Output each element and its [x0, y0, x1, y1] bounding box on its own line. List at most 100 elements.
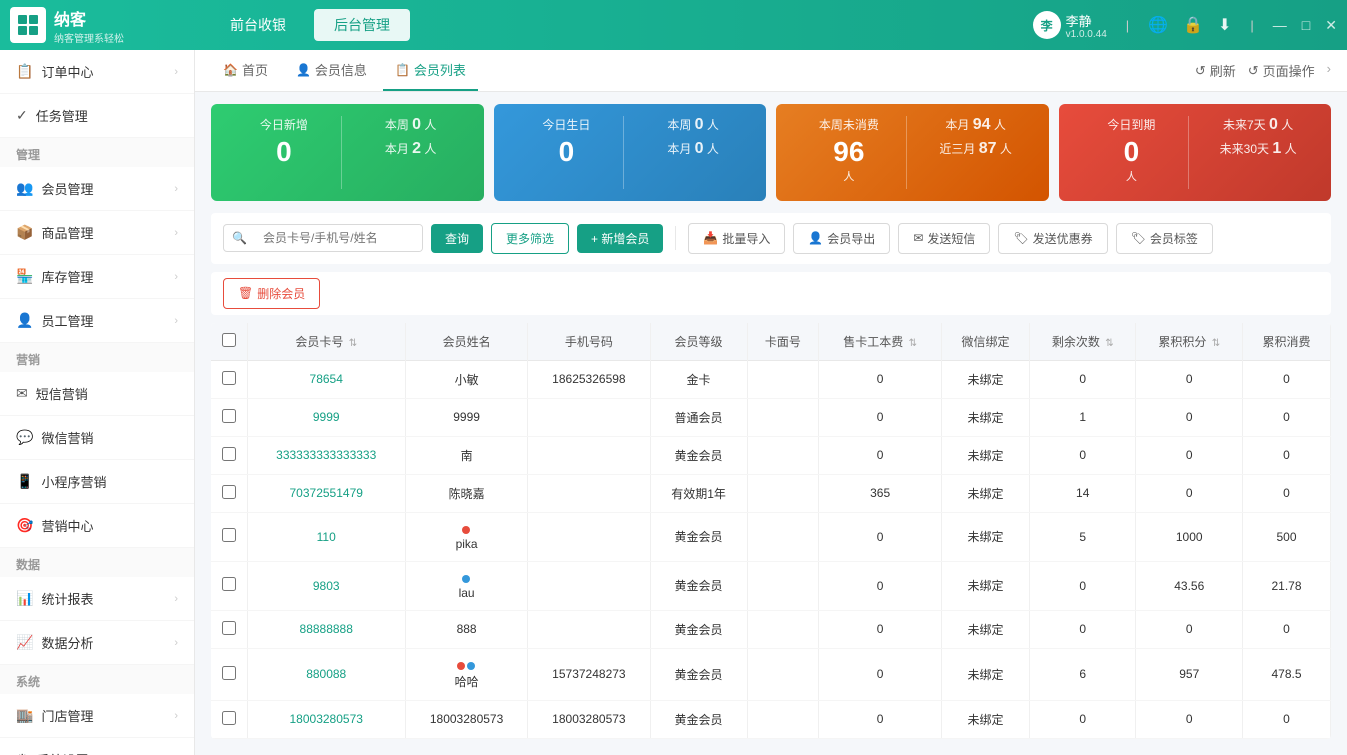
- maximize-btn[interactable]: □: [1302, 17, 1310, 33]
- row-checkbox-2[interactable]: [222, 447, 236, 461]
- row-card-no[interactable]: 9999: [247, 398, 405, 436]
- page-op-label: 页面操作: [1263, 61, 1315, 80]
- row-card-face: [747, 436, 819, 474]
- header-nav: 前台收银 后台管理: [210, 9, 1033, 41]
- search-button[interactable]: 查询: [431, 224, 483, 253]
- member-info-icon: 👤: [296, 63, 311, 77]
- filter-button[interactable]: 更多筛选: [491, 223, 569, 254]
- tab-home[interactable]: 🏠 首页: [211, 50, 280, 91]
- member-mgmt-icon: 👥: [16, 180, 33, 197]
- download-icon[interactable]: ⬇: [1218, 15, 1231, 35]
- row-name: 哈哈: [405, 648, 527, 700]
- sidebar-item-store[interactable]: 🏬 门店管理 ›: [0, 694, 194, 738]
- row-card-no[interactable]: 70372551479: [247, 474, 405, 512]
- app-header: 纳客 纳客管理系轻松 前台收银 后台管理 李 李静 v1.0.0.44 | 🌐 …: [0, 0, 1347, 50]
- add-member-button[interactable]: + 新增会员: [577, 224, 663, 253]
- goods-icon: 📦: [16, 224, 33, 241]
- row-checkbox-8[interactable]: [222, 711, 236, 725]
- sidebar-label-stats: 统计报表: [41, 589, 93, 608]
- th-name: 会员姓名: [405, 323, 527, 361]
- row-card-no[interactable]: 9803: [247, 561, 405, 610]
- row-consume: 0: [1243, 610, 1331, 648]
- sidebar-item-marketing-center[interactable]: 🎯 营销中心: [0, 504, 194, 548]
- sidebar-item-staff-mgmt[interactable]: 👤 员工管理 ›: [0, 299, 194, 343]
- import-button[interactable]: 📥 批量导入: [688, 223, 785, 254]
- coupon-button[interactable]: 🏷 发送优惠券: [998, 223, 1107, 254]
- row-checkbox-3[interactable]: [222, 485, 236, 499]
- row-name: 888: [405, 610, 527, 648]
- delete-member-button[interactable]: 🗑 删除会员: [223, 278, 320, 309]
- tab-member-list[interactable]: 📋 会员列表: [383, 50, 478, 91]
- stat-no-consume-unit: 人: [792, 168, 906, 184]
- sms-label: 发送短信: [927, 230, 975, 247]
- stat-bday-week: 本周 0 人: [636, 116, 750, 134]
- sidebar-item-order-center[interactable]: 📋 订单中心 ›: [0, 50, 194, 94]
- row-card-no[interactable]: 333333333333333: [247, 436, 405, 474]
- table-row: 99999999普通会员0未绑定100: [211, 398, 1331, 436]
- search-input[interactable]: [255, 225, 423, 251]
- sidebar-item-stats[interactable]: 📊 统计报表 ›: [0, 577, 194, 621]
- row-card-no[interactable]: 88888888: [247, 610, 405, 648]
- sidebar-label-order-center: 订单中心: [41, 62, 93, 81]
- stat-new-today: 今日新增 0 人 本周 0 人 本月 2 人: [211, 104, 484, 201]
- coupon-icon: 🏷: [1013, 231, 1028, 245]
- row-card-no[interactable]: 78654: [247, 360, 405, 398]
- row-checkbox-6[interactable]: [222, 621, 236, 635]
- export-button[interactable]: 👤 会员导出: [793, 223, 890, 254]
- sort-points-icon[interactable]: ⇅: [1212, 338, 1220, 349]
- row-wechat: 未绑定: [942, 610, 1030, 648]
- sidebar-item-goods-mgmt[interactable]: 📦 商品管理 ›: [0, 211, 194, 255]
- row-checkbox-1[interactable]: [222, 409, 236, 423]
- row-phone: [528, 398, 650, 436]
- row-checkbox-5[interactable]: [222, 577, 236, 591]
- sidebar-label-analysis: 数据分析: [41, 633, 93, 652]
- stat-no-consume-left: 本周未消费 96 人: [792, 116, 906, 189]
- sidebar-item-member-mgmt[interactable]: 👥 会员管理 ›: [0, 167, 194, 211]
- sidebar-item-miniapp[interactable]: 📱 小程序营销: [0, 460, 194, 504]
- sort-remaining-icon[interactable]: ⇅: [1105, 338, 1113, 349]
- sort-sell-cost-icon[interactable]: ⇅: [909, 338, 917, 349]
- sidebar-item-analysis[interactable]: 📈 数据分析 ›: [0, 621, 194, 665]
- page-op-icon: ↺: [1248, 63, 1259, 79]
- sidebar-label-store: 门店管理: [41, 706, 93, 725]
- breadcrumb-bar: 🏠 首页 👤 会员信息 📋 会员列表 ↺ 刷新 ↺: [195, 50, 1347, 92]
- tag-button[interactable]: 🏷 会员标签: [1116, 223, 1213, 254]
- row-checkbox-4[interactable]: [222, 528, 236, 542]
- chevron-icon-member: ›: [174, 183, 178, 195]
- sms-button[interactable]: ✉ 发送短信: [898, 223, 990, 254]
- select-all-checkbox[interactable]: [222, 333, 236, 347]
- row-sell-cost: 0: [819, 436, 942, 474]
- sort-card-no-icon[interactable]: ⇅: [349, 338, 357, 349]
- row-level: 黄金会员: [650, 561, 747, 610]
- refresh-action[interactable]: ↺ 刷新: [1195, 61, 1236, 80]
- page-op-action[interactable]: ↺ 页面操作: [1248, 61, 1315, 80]
- sidebar-section-system: 系统: [0, 665, 194, 694]
- minimize-btn[interactable]: —: [1273, 17, 1287, 33]
- sidebar-item-inventory-mgmt[interactable]: 🏪 库存管理 ›: [0, 255, 194, 299]
- chevron-icon: ›: [174, 66, 178, 78]
- row-wechat: 未绑定: [942, 436, 1030, 474]
- user-name: 李静: [1066, 11, 1107, 30]
- stats-icon: 📊: [16, 590, 33, 607]
- nav-backend[interactable]: 后台管理: [314, 9, 410, 41]
- sidebar-item-task-mgmt[interactable]: ✓ 任务管理: [0, 94, 194, 138]
- globe-icon[interactable]: 🌐: [1148, 15, 1168, 35]
- member-table-container: 会员卡号 ⇅ 会员姓名 手机号码 会员等级 卡面号 售卡工本费 ⇅ 微信绑: [211, 323, 1331, 739]
- sidebar-item-sysconfig[interactable]: ⚙ 系统设置 ›: [0, 738, 194, 755]
- row-card-no[interactable]: 110: [247, 512, 405, 561]
- th-points-label: 累积积分: [1158, 335, 1206, 349]
- tab-member-info[interactable]: 👤 会员信息: [284, 50, 379, 91]
- tab-member-list-label: 会员列表: [414, 60, 466, 79]
- row-checkbox-7[interactable]: [222, 666, 236, 680]
- nav-frontend[interactable]: 前台收银: [210, 9, 306, 41]
- sidebar-item-wechat[interactable]: 💬 微信营销: [0, 416, 194, 460]
- row-card-no[interactable]: 880088: [247, 648, 405, 700]
- row-card-no[interactable]: 18003280573: [247, 700, 405, 738]
- row-checkbox-0[interactable]: [222, 371, 236, 385]
- row-phone: [528, 474, 650, 512]
- lock-icon[interactable]: 🔒: [1183, 15, 1203, 35]
- close-btn[interactable]: ✕: [1325, 17, 1337, 34]
- sidebar-item-sms[interactable]: ✉ 短信营销: [0, 372, 194, 416]
- stat-new-today-value: 0: [227, 137, 341, 168]
- row-consume: 21.78: [1243, 561, 1331, 610]
